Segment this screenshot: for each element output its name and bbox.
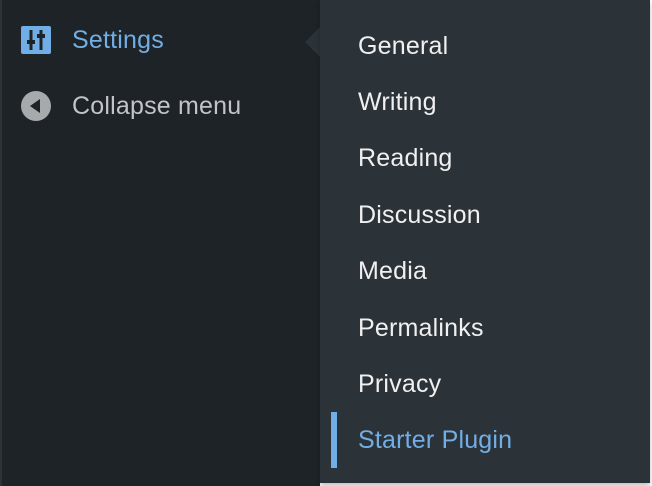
collapse-arrow-icon (21, 91, 51, 121)
submenu-item-label: Discussion (358, 200, 481, 229)
submenu-item-label: General (358, 31, 449, 60)
admin-screen: Settings Collapse menu General Writing R… (0, 0, 652, 486)
submenu-item-writing[interactable]: Writing (320, 77, 650, 127)
submenu-pointer (305, 26, 321, 58)
submenu-item-label: Permalinks (358, 313, 484, 342)
submenu-item-label: Writing (358, 87, 437, 116)
submenu-item-starter-plugin[interactable]: Starter Plugin (320, 412, 650, 468)
sidebar-item-label: Settings (72, 25, 164, 54)
collapse-menu-button[interactable]: Collapse menu (0, 80, 320, 132)
submenu-item-label: Starter Plugin (358, 425, 513, 454)
sidebar-edge (0, 0, 2, 486)
submenu-item-discussion[interactable]: Discussion (320, 190, 650, 240)
submenu-item-media[interactable]: Media (320, 246, 650, 296)
submenu-item-label: Privacy (358, 369, 442, 398)
sidebar-item-settings[interactable]: Settings (0, 14, 320, 66)
settings-submenu: General Writing Reading Discussion Media… (320, 0, 650, 483)
submenu-item-permalinks[interactable]: Permalinks (320, 303, 650, 353)
sidebar-item-label: Collapse menu (72, 91, 242, 120)
submenu-item-label: Reading (358, 143, 453, 172)
admin-sidebar: Settings Collapse menu (0, 0, 321, 486)
submenu-item-general[interactable]: General (320, 21, 650, 71)
current-item-indicator (331, 412, 337, 468)
submenu-item-label: Media (358, 256, 428, 285)
submenu-item-privacy[interactable]: Privacy (320, 359, 650, 409)
submenu-item-reading[interactable]: Reading (320, 133, 650, 183)
settings-sliders-icon (21, 25, 51, 55)
